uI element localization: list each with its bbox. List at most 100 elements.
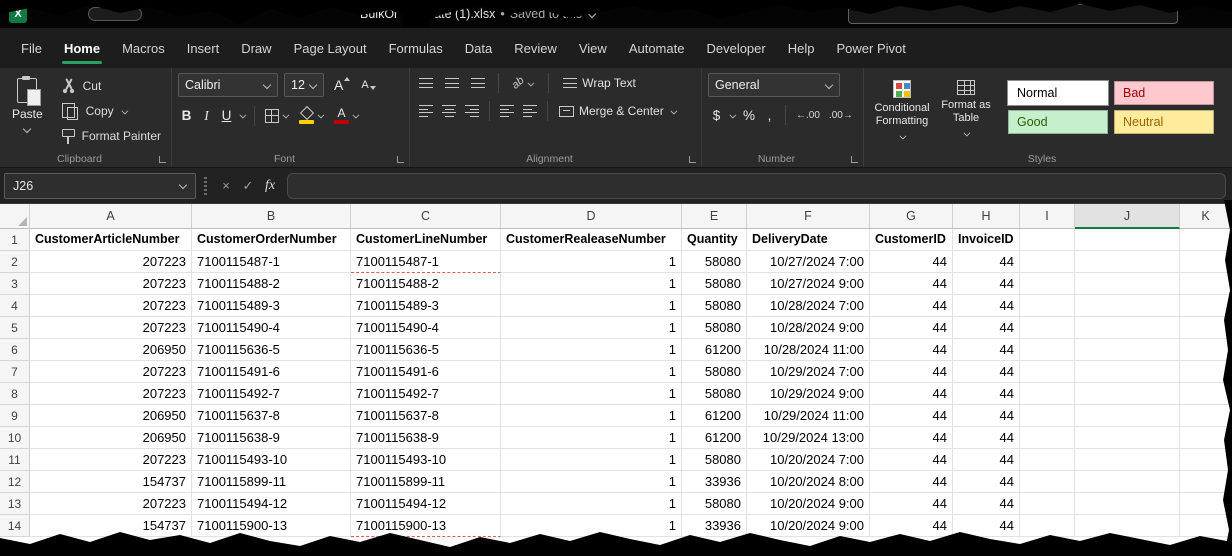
- cell-style-neutral[interactable]: Neutral: [1114, 110, 1214, 134]
- cell[interactable]: [1020, 295, 1075, 317]
- cell[interactable]: [1075, 273, 1180, 295]
- cell[interactable]: 1: [501, 383, 682, 405]
- row-header-4[interactable]: 4: [0, 295, 30, 317]
- tab-data[interactable]: Data: [454, 28, 503, 68]
- cell[interactable]: 61200: [682, 405, 747, 427]
- cell[interactable]: 1: [501, 339, 682, 361]
- cell[interactable]: CustomerLineNumber: [351, 229, 501, 251]
- font-color-button[interactable]: A: [331, 105, 363, 126]
- cell[interactable]: [1075, 251, 1180, 273]
- decrease-decimal-button[interactable]: .00→: [826, 108, 856, 123]
- cell[interactable]: 10/29/2024 7:00: [747, 361, 870, 383]
- cell[interactable]: CustomerOrderNumber: [192, 229, 351, 251]
- column-header-G[interactable]: G: [870, 204, 953, 229]
- column-header-E[interactable]: E: [682, 204, 747, 229]
- percent-style-button[interactable]: %: [740, 105, 758, 125]
- cancel-button[interactable]: ×: [215, 178, 237, 193]
- cell[interactable]: 206950: [30, 339, 192, 361]
- cell[interactable]: [1180, 361, 1232, 383]
- cell[interactable]: [1020, 229, 1075, 251]
- column-header-K[interactable]: K: [1180, 204, 1232, 229]
- column-header-B[interactable]: B: [192, 204, 351, 229]
- cell[interactable]: 7100115490-4: [192, 317, 351, 339]
- cell[interactable]: 7100115636-5: [351, 339, 501, 361]
- cell[interactable]: CustomerID: [870, 229, 953, 251]
- cell[interactable]: 7100115494-12: [351, 493, 501, 515]
- cell[interactable]: DeliveryDate: [747, 229, 870, 251]
- cell[interactable]: 61200: [682, 427, 747, 449]
- cell[interactable]: 10/27/2024 9:00: [747, 273, 870, 295]
- cell[interactable]: 58080: [682, 449, 747, 471]
- cell[interactable]: 1: [501, 471, 682, 493]
- cell[interactable]: 10/20/2024 8:00: [747, 471, 870, 493]
- fill-color-button[interactable]: [296, 105, 328, 126]
- cell[interactable]: [1180, 229, 1232, 251]
- bold-button[interactable]: B: [178, 106, 195, 126]
- cell[interactable]: Quantity: [682, 229, 747, 251]
- row-header-8[interactable]: 8: [0, 383, 30, 405]
- align-top-button[interactable]: [416, 74, 436, 92]
- tab-developer[interactable]: Developer: [695, 28, 776, 68]
- cell[interactable]: 44: [953, 361, 1020, 383]
- cell[interactable]: 7100115638-9: [351, 427, 501, 449]
- column-header-F[interactable]: F: [747, 204, 870, 229]
- cell[interactable]: [1020, 449, 1075, 471]
- cell[interactable]: 58080: [682, 295, 747, 317]
- font-size-select[interactable]: 12: [284, 73, 324, 97]
- row-header-10[interactable]: 10: [0, 427, 30, 449]
- tab-view[interactable]: View: [568, 28, 618, 68]
- cell[interactable]: 1: [501, 251, 682, 273]
- cell[interactable]: 1: [501, 449, 682, 471]
- row-header-12[interactable]: 12: [0, 471, 30, 493]
- tab-home[interactable]: Home: [53, 28, 111, 68]
- cell[interactable]: 10/29/2024 13:00: [747, 427, 870, 449]
- orientation-button[interactable]: ab: [509, 75, 538, 91]
- tab-insert[interactable]: Insert: [176, 28, 231, 68]
- cell[interactable]: 10/29/2024 11:00: [747, 405, 870, 427]
- formula-bar-handle[interactable]: [204, 177, 207, 195]
- column-header-I[interactable]: I: [1020, 204, 1075, 229]
- row-header-14[interactable]: 14: [0, 515, 30, 537]
- cell[interactable]: 44: [870, 273, 953, 295]
- row-header-9[interactable]: 9: [0, 405, 30, 427]
- cell[interactable]: 58080: [682, 317, 747, 339]
- cell[interactable]: 44: [953, 383, 1020, 405]
- cell[interactable]: CustomerRealeaseNumber: [501, 229, 682, 251]
- cell[interactable]: [1180, 251, 1232, 273]
- cell[interactable]: [1180, 427, 1232, 449]
- select-all-corner[interactable]: [0, 204, 30, 229]
- cut-button[interactable]: Cut: [57, 75, 165, 97]
- cell[interactable]: 44: [870, 317, 953, 339]
- tab-help[interactable]: Help: [777, 28, 826, 68]
- row-header-7[interactable]: 7: [0, 361, 30, 383]
- cell[interactable]: 44: [870, 515, 953, 537]
- underline-button[interactable]: U: [218, 106, 235, 126]
- enter-button[interactable]: ✓: [237, 178, 259, 194]
- cell[interactable]: CustomerArticleNumber: [30, 229, 192, 251]
- cell[interactable]: InvoiceID: [953, 229, 1020, 251]
- cell[interactable]: [1180, 515, 1232, 537]
- cell[interactable]: 7100115491-6: [192, 361, 351, 383]
- cell[interactable]: 44: [953, 405, 1020, 427]
- cell[interactable]: [1180, 317, 1232, 339]
- cell[interactable]: [1075, 493, 1180, 515]
- tab-page-layout[interactable]: Page Layout: [283, 28, 378, 68]
- cell[interactable]: 10/20/2024 9:00: [747, 515, 870, 537]
- cell[interactable]: 44: [953, 471, 1020, 493]
- column-header-J[interactable]: J: [1075, 204, 1180, 229]
- conditional-formatting-button[interactable]: Conditional Formatting: [870, 73, 934, 155]
- row-header-11[interactable]: 11: [0, 449, 30, 471]
- italic-button[interactable]: I: [198, 106, 215, 126]
- tab-power-pivot[interactable]: Power Pivot: [825, 28, 916, 68]
- column-header-C[interactable]: C: [351, 204, 501, 229]
- increase-font-size-button[interactable]: A: [330, 75, 351, 95]
- cell[interactable]: 44: [953, 273, 1020, 295]
- cell[interactable]: 44: [870, 493, 953, 515]
- cell-style-good[interactable]: Good: [1008, 110, 1108, 134]
- cell[interactable]: 154737: [30, 471, 192, 493]
- cell[interactable]: 7100115899-11: [192, 471, 351, 493]
- cell[interactable]: 44: [953, 317, 1020, 339]
- merge-center-button[interactable]: Merge & Center: [555, 102, 682, 120]
- cell[interactable]: 207223: [30, 273, 192, 295]
- tab-review[interactable]: Review: [503, 28, 568, 68]
